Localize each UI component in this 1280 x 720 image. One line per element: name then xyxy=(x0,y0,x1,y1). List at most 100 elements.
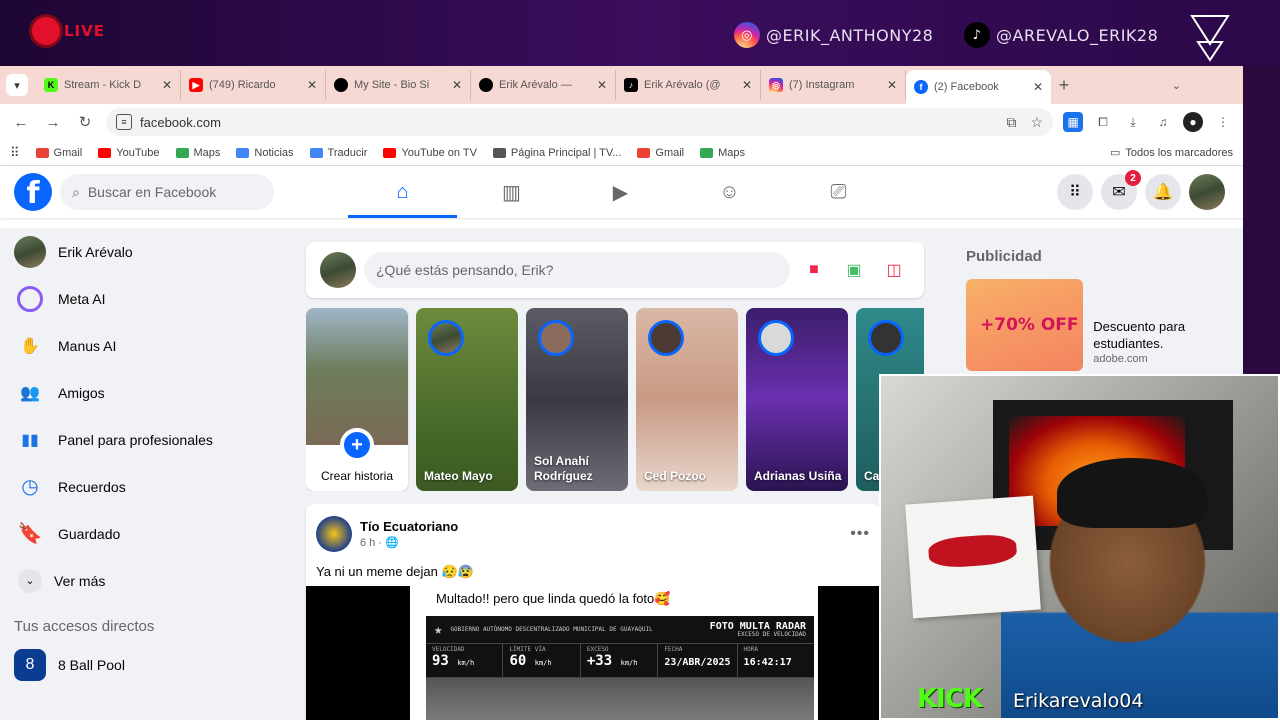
dashboard-icon: ▮▮ xyxy=(21,431,39,449)
notifications-button[interactable]: 🔔 xyxy=(1145,174,1181,210)
forward-icon[interactable]: → xyxy=(42,114,64,131)
tab-youtube[interactable]: ▶ (749) Ricardo ✕ xyxy=(181,70,326,100)
sidebar-item-manus-ai[interactable]: ✋ Manus AI xyxy=(8,322,288,369)
download-icon[interactable]: ⤓ xyxy=(1123,112,1143,132)
bookmark-item[interactable]: Noticias xyxy=(236,146,294,159)
groups-tab[interactable]: ☺ xyxy=(675,166,784,218)
url-text[interactable]: facebook.com xyxy=(140,115,221,130)
create-story-label: Crear historia xyxy=(320,469,394,483)
tab-tiktok[interactable]: ♪ Erik Arévalo (@ ✕ xyxy=(616,70,761,100)
sponsored-ad[interactable]: +70% OFF Descuento para estudiantes. ado… xyxy=(966,279,1236,371)
profile-avatar xyxy=(14,235,46,268)
bookmark-item[interactable]: YouTube on TV xyxy=(383,147,477,159)
post-options-icon[interactable]: ••• xyxy=(850,525,870,543)
install-app-icon[interactable]: ⧉ xyxy=(1006,114,1016,131)
tab-search-button[interactable]: ▾ xyxy=(6,74,28,96)
tab-overflow-icon[interactable]: ⌄ xyxy=(1172,79,1181,92)
menu-button[interactable]: ⠿ xyxy=(1057,174,1093,210)
apps-grid-icon[interactable]: ⠿ xyxy=(10,145,20,161)
close-tab-icon[interactable]: ✕ xyxy=(307,78,317,92)
post-author[interactable]: Tío Ecuatoriano xyxy=(360,519,458,534)
sidebar-item-friends[interactable]: 👥 Amigos xyxy=(8,369,288,416)
reel-icon[interactable]: ◫ xyxy=(878,254,910,286)
composer-avatar xyxy=(320,252,356,288)
see-more-label: Ver más xyxy=(54,572,106,589)
gaming-tab[interactable]: ⎚ xyxy=(784,166,893,218)
all-bookmarks-label: Todos los marcadores xyxy=(1125,146,1233,159)
video-tab[interactable]: ▶ xyxy=(566,166,675,218)
see-more-button[interactable]: ⌄ Ver más xyxy=(8,557,288,604)
sidebar-item-meta-ai[interactable]: Meta AI xyxy=(8,275,288,322)
ad-url: adobe.com xyxy=(1093,352,1148,365)
shortcut-item[interactable]: 8 8 Ball Pool xyxy=(8,641,288,688)
sidebar-item-dashboard[interactable]: ▮▮ Panel para profesionales xyxy=(8,416,288,463)
post-image[interactable]: Multado!! pero que linda quedó la foto🥰 … xyxy=(306,586,880,720)
story-card[interactable]: Adrianas Usiña xyxy=(746,308,848,491)
reload-icon[interactable]: ↻ xyxy=(74,113,96,131)
story-card[interactable]: Sol Anahí Rodríguez xyxy=(526,308,628,491)
account-avatar[interactable] xyxy=(1189,174,1225,210)
bookmark-label: Gmail xyxy=(53,146,83,159)
grid-menu-icon: ⠿ xyxy=(1069,184,1081,201)
facebook-search-input[interactable]: ⌕ Buscar en Facebook xyxy=(60,174,274,210)
close-tab-icon[interactable]: ✕ xyxy=(162,78,172,92)
tab-facebook[interactable]: f (2) Facebook ✕ xyxy=(906,70,1051,104)
bookmark-item[interactable]: Gmail xyxy=(637,147,684,159)
sidebar-item-memories[interactable]: ◷ Recuerdos xyxy=(8,463,288,510)
bookmark-item[interactable]: Gmail xyxy=(35,146,83,159)
extensions-icon[interactable]: ⧠ xyxy=(1093,112,1113,132)
shortcuts-heading: Tus accesos directos xyxy=(14,618,155,635)
close-tab-icon[interactable]: ✕ xyxy=(452,78,462,92)
radar-cell-value: 16:42:17 xyxy=(743,657,792,668)
photo-icon[interactable]: ▣ xyxy=(838,254,870,286)
tab-erik-site[interactable]: Erik Arévalo — ✕ xyxy=(471,70,616,100)
story-card[interactable]: Ced Pozoo xyxy=(636,308,738,491)
messenger-icon: ✉ xyxy=(1112,184,1126,201)
sidebar-item-label: Meta AI xyxy=(58,290,106,307)
close-tab-icon[interactable]: ✕ xyxy=(887,78,897,92)
live-video-icon[interactable]: ■ xyxy=(798,254,830,286)
tab-kick[interactable]: K Stream - Kick D ✕ xyxy=(36,70,181,100)
bookmark-item[interactable]: Maps xyxy=(700,147,745,159)
feed-post: Tío Ecuatoriano 6 h · 🌐 ••• Ya ni un mem… xyxy=(306,504,880,720)
close-tab-icon[interactable]: ✕ xyxy=(742,78,752,92)
extension-calendar-icon[interactable]: ▦ xyxy=(1063,112,1083,132)
messenger-button[interactable]: ✉ 2 xyxy=(1101,170,1141,210)
meme-image: Multado!! pero que linda quedó la foto🥰 … xyxy=(410,586,818,720)
tab-instagram[interactable]: ◎ (7) Instagram ✕ xyxy=(761,70,906,100)
radar-cell-label: FECHA xyxy=(664,646,683,653)
bookmark-item[interactable]: Traducir xyxy=(309,147,367,159)
new-tab-button[interactable]: + xyxy=(1051,75,1077,96)
post-author-avatar[interactable] xyxy=(316,516,352,552)
create-story-card[interactable]: + Crear historia xyxy=(306,308,408,491)
facebook-logo-icon[interactable]: f xyxy=(14,173,52,211)
bookmark-label: Noticias xyxy=(254,146,294,159)
address-bar[interactable]: ≡ facebook.com ⧉ ☆ xyxy=(106,108,1053,136)
messenger-badge: 2 xyxy=(1125,170,1141,186)
back-icon[interactable]: ← xyxy=(10,114,32,131)
sidebar-item-profile[interactable]: Erik Arévalo xyxy=(8,228,288,275)
tab-mysite[interactable]: My Site - Bio Si ✕ xyxy=(326,70,471,100)
bookmark-item[interactable]: Página Principal | TV... xyxy=(492,147,621,159)
sidebar-item-saved[interactable]: 🔖 Guardado xyxy=(8,510,288,557)
all-bookmarks[interactable]: ▭ Todos los marcadores xyxy=(1110,146,1233,160)
site-info-icon[interactable]: ≡ xyxy=(116,114,132,130)
bookmark-star-icon[interactable]: ☆ xyxy=(1030,114,1043,131)
dashboard-tab[interactable]: ▥ xyxy=(457,166,566,218)
composer-input[interactable]: ¿Qué estás pensando, Erik? xyxy=(364,252,790,288)
bookmark-item[interactable]: YouTube xyxy=(98,147,160,159)
close-tab-icon[interactable]: ✕ xyxy=(597,78,607,92)
home-tab[interactable]: ⌂ xyxy=(348,166,457,218)
facebook-icon: f xyxy=(914,80,928,94)
mysite-icon xyxy=(334,78,348,92)
story-card[interactable]: Mateo Mayo xyxy=(416,308,518,491)
sidebar-item-label: Erik Arévalo xyxy=(58,243,133,260)
browser-menu-icon[interactable]: ⋮ xyxy=(1213,112,1233,132)
radar-cell: FECHA 23/ABR/2025 xyxy=(658,644,738,677)
post-timestamp[interactable]: 6 h · 🌐 xyxy=(360,536,458,549)
profile-icon[interactable]: ● xyxy=(1183,112,1203,132)
tab-title: My Site - Bio Si xyxy=(354,79,430,91)
close-tab-icon[interactable]: ✕ xyxy=(1033,80,1043,94)
media-control-icon[interactable]: ♫ xyxy=(1153,112,1173,132)
bookmark-item[interactable]: Maps xyxy=(175,147,220,159)
